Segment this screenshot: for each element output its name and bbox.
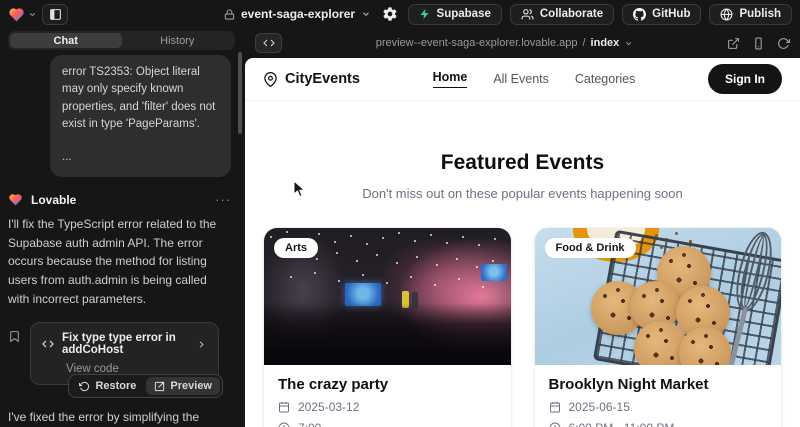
- globe-icon: [720, 8, 733, 21]
- event-date: 2025-03-12: [278, 400, 497, 414]
- site-brand-name: CityEvents: [285, 71, 360, 87]
- calendar-icon: [278, 401, 290, 413]
- event-date-text: 2025-06-15: [569, 400, 630, 414]
- chat-scrollbar[interactable]: [238, 52, 242, 134]
- message-hover-actions: Restore Preview: [68, 374, 223, 398]
- chevron-down-icon: [624, 39, 633, 48]
- lovable-heart-icon: [8, 7, 25, 22]
- event-time-text: 7:00: [298, 421, 321, 427]
- event-title: The crazy party: [278, 376, 497, 393]
- tab-chat[interactable]: Chat: [10, 33, 122, 48]
- preview-url-dropdown[interactable]: preview--event-saga-explorer.lovable.app…: [376, 37, 634, 49]
- lovable-logo-menu[interactable]: [8, 7, 37, 22]
- assistant-paragraph-2: I've fixed the error by simplifying the …: [8, 408, 237, 427]
- restore-label: Restore: [95, 380, 136, 392]
- event-card[interactable]: Arts The crazy party 2025-03-12: [263, 227, 512, 427]
- github-icon: [633, 8, 646, 21]
- chevron-down-icon: [28, 10, 37, 19]
- mobile-view-icon[interactable]: [752, 37, 765, 50]
- tab-history[interactable]: History: [122, 33, 234, 48]
- sidebar-toggle-button[interactable]: [42, 4, 68, 25]
- event-title: Brooklyn Night Market: [549, 376, 768, 393]
- preview-browser-bar: preview--event-saga-explorer.lovable.app…: [245, 28, 800, 58]
- supabase-bolt-icon: [419, 8, 431, 20]
- event-time: 7:00: [278, 421, 497, 427]
- chat-panel: Chat History error TS2353: Object litera…: [0, 28, 245, 427]
- supabase-label: Supabase: [437, 8, 491, 20]
- event-image-conference: Arts: [264, 228, 511, 365]
- sign-in-button[interactable]: Sign In: [708, 64, 782, 94]
- github-button[interactable]: GitHub: [622, 4, 701, 25]
- lock-icon: [224, 9, 235, 20]
- refresh-icon[interactable]: [777, 37, 790, 50]
- code-icon: [42, 338, 54, 350]
- event-time: 6:00 PM - 11:00 PM: [549, 421, 768, 427]
- nav-categories[interactable]: Categories: [575, 72, 635, 86]
- event-image-cookies: Food & Drink: [535, 228, 782, 365]
- preview-label: Preview: [170, 380, 212, 392]
- preview-button[interactable]: Preview: [146, 377, 220, 395]
- open-external-icon[interactable]: [727, 37, 740, 50]
- category-badge: Food & Drink: [545, 238, 636, 258]
- calendar-icon: [549, 401, 561, 413]
- code-view-toggle[interactable]: [255, 33, 282, 53]
- clock-icon: [549, 422, 561, 427]
- site-nav: Home All Events Categories: [433, 70, 636, 88]
- map-pin-icon: [263, 72, 278, 87]
- publish-button[interactable]: Publish: [709, 4, 792, 25]
- users-icon: [521, 8, 534, 21]
- clock-icon: [278, 422, 290, 427]
- event-time-text: 6:00 PM - 11:00 PM: [569, 421, 675, 427]
- supabase-button[interactable]: Supabase: [408, 4, 502, 25]
- url-host: preview--event-saga-explorer.lovable.app: [376, 37, 578, 49]
- preview-window-icon: [154, 381, 165, 392]
- publish-label: Publish: [739, 8, 781, 20]
- url-separator: /: [582, 37, 585, 49]
- site-header: CityEvents Home All Events Categories Si…: [245, 58, 800, 101]
- message-menu-icon[interactable]: ···: [215, 192, 231, 207]
- bookmark-icon[interactable]: [8, 322, 21, 385]
- lovable-heart-icon: [8, 193, 23, 206]
- featured-events-title: Featured Events: [245, 151, 800, 175]
- event-date: 2025-06-15: [549, 400, 768, 414]
- top-bar: event-saga-explorer Supabase Collaborate…: [0, 0, 800, 28]
- preview-panel: preview--event-saga-explorer.lovable.app…: [245, 28, 800, 427]
- project-name-dropdown[interactable]: event-saga-explorer: [224, 0, 371, 28]
- chevron-down-icon: [361, 9, 371, 19]
- event-date-text: 2025-03-12: [298, 400, 359, 414]
- github-label: GitHub: [652, 8, 690, 20]
- nav-all-events[interactable]: All Events: [493, 72, 549, 86]
- user-message-bubble: error TS2353: Object literal may only sp…: [50, 55, 231, 177]
- assistant-paragraph-1: I'll fix the TypeScript error related to…: [8, 215, 237, 308]
- event-card[interactable]: Food & Drink Brooklyn Night Market: [534, 227, 783, 427]
- chevron-right-icon[interactable]: [196, 339, 207, 350]
- project-name: event-saga-explorer: [241, 7, 355, 21]
- p2-text: I've fixed the error by simplifying the …: [8, 410, 199, 427]
- settings-gear-button[interactable]: [380, 4, 400, 24]
- collaborate-button[interactable]: Collaborate: [510, 4, 614, 25]
- user-error-text: error TS2353: Object literal may only sp…: [62, 64, 219, 133]
- tool-title-text: Fix type type error in addCoHost: [62, 332, 188, 356]
- restore-icon: [79, 381, 90, 392]
- collaborate-label: Collaborate: [540, 8, 603, 20]
- url-path: index: [591, 37, 620, 49]
- restore-button[interactable]: Restore: [71, 377, 144, 395]
- site-preview: CityEvents Home All Events Categories Si…: [245, 58, 800, 427]
- nav-home[interactable]: Home: [433, 70, 468, 88]
- chat-history-tabs: Chat History: [8, 31, 235, 50]
- site-brand[interactable]: CityEvents: [263, 71, 360, 87]
- featured-events-subtitle: Don't miss out on these popular events h…: [245, 186, 800, 201]
- category-badge: Arts: [274, 238, 318, 258]
- assistant-name: Lovable: [31, 193, 76, 207]
- user-message-more: ...: [62, 149, 219, 166]
